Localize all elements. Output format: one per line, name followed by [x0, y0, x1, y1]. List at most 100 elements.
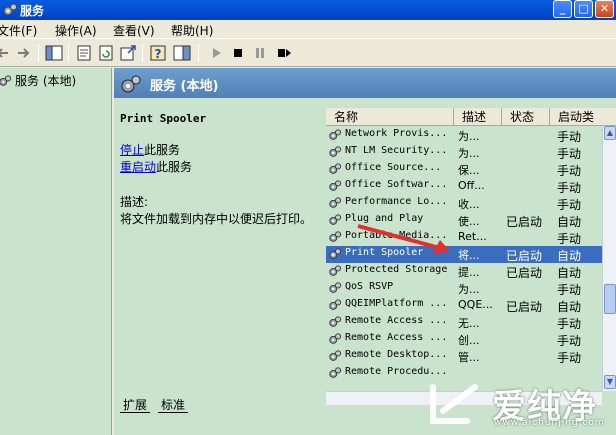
service-status-cell: 已启动	[506, 215, 543, 229]
service-gear-icon	[329, 163, 342, 174]
vertical-scrollbar[interactable]: ▲ ▼	[602, 126, 616, 391]
tab-standard[interactable]: 标准	[158, 397, 189, 413]
service-description-panel: Print Spooler 停止此服务 重启动此服务 描述: 将文件加载到内存中…	[120, 112, 320, 227]
stop-icon[interactable]	[228, 43, 248, 63]
toolbar: ?	[0, 39, 616, 67]
services-gear-icon	[3, 3, 17, 16]
service-gear-icon	[329, 333, 342, 344]
service-gear-icon	[329, 197, 342, 208]
service-startup-cell: 自动	[557, 249, 582, 263]
service-startup-cell: 自动	[557, 215, 582, 229]
scroll-up-icon[interactable]: ▲	[604, 126, 616, 140]
menu-bar: 文件(F) 操作(A) 查看(V) 帮助(H)	[0, 20, 616, 39]
svg-text:?: ?	[155, 47, 162, 61]
maximize-button[interactable]: □	[574, 0, 593, 18]
table-row[interactable]: Office Source... 保... 手动	[326, 161, 602, 178]
title-bar[interactable]: 服务 _ □ ✕	[0, 0, 616, 20]
pause-icon[interactable]	[250, 43, 270, 63]
start-icon[interactable]	[206, 43, 226, 63]
export-icon[interactable]	[118, 43, 138, 63]
brand-url: www.aichunjing.com	[494, 418, 605, 428]
service-name-cell: Office Source...	[345, 162, 442, 173]
service-gear-icon	[329, 350, 342, 361]
tree-item-services-local[interactable]: 服务 (本地)	[0, 72, 76, 89]
service-startup-cell: 手动	[557, 147, 582, 161]
red-arrow-icon	[357, 224, 450, 254]
service-startup-cell: 手动	[557, 181, 582, 195]
service-name-cell: NT LM Security...	[345, 145, 448, 156]
service-status-cell: 已启动	[506, 266, 543, 280]
back-icon[interactable]	[0, 43, 14, 63]
service-name-cell: QQEIMPlatform ...	[345, 298, 448, 309]
menu-file[interactable]: 文件(F)	[0, 22, 37, 39]
table-row[interactable]: QoS RSVP 为... 手动	[326, 280, 602, 297]
table-row[interactable]: Network Provis... 为... 手动	[326, 127, 602, 144]
restart-icon[interactable]	[274, 43, 294, 63]
table-row[interactable]: Remote Access ... 创... 手动	[326, 331, 602, 348]
console-tree: 服务 (本地)	[0, 68, 112, 435]
table-row[interactable]: QQEIMPlatform ... QQE... 已启动 自动	[326, 297, 602, 314]
menu-action[interactable]: 操作(A)	[55, 22, 97, 39]
table-row[interactable]: NT LM Security... 为... 手动	[326, 144, 602, 161]
service-startup-cell: 自动	[557, 300, 582, 314]
restart-service-line: 重启动此服务	[120, 160, 193, 174]
description-text: 将文件加载到内存中以便迟后打印。	[120, 212, 313, 226]
close-button[interactable]: ✕	[595, 0, 614, 18]
service-desc-cell: 管...	[458, 351, 480, 364]
service-desc-cell: 提...	[458, 266, 480, 279]
service-gear-icon	[329, 214, 342, 225]
service-name-cell: Remote Desktop...	[345, 349, 448, 360]
service-name-cell: Remote Access ...	[345, 315, 448, 326]
stop-service-line: 停止此服务	[120, 143, 181, 157]
service-gear-icon	[329, 180, 342, 191]
service-name-cell: Network Provis...	[345, 128, 448, 139]
restart-service-link[interactable]: 重启动	[120, 160, 156, 174]
table-row[interactable]: Performance Lo... 收... 手动	[326, 195, 602, 212]
service-gear-icon	[329, 282, 342, 293]
service-startup-cell: 手动	[557, 198, 582, 212]
menu-view[interactable]: 查看(V)	[113, 22, 155, 39]
minimize-button[interactable]: _	[553, 0, 572, 18]
service-startup-cell: 手动	[557, 283, 582, 297]
service-gear-icon	[329, 231, 342, 242]
column-status[interactable]: 状态	[502, 108, 550, 126]
service-desc-cell: 创...	[458, 334, 480, 347]
service-name-cell: Protected Storage	[345, 264, 448, 275]
table-row[interactable]: Protected Storage 提... 已启动 自动	[326, 263, 602, 280]
properties-icon[interactable]	[74, 43, 94, 63]
service-name: Print Spooler	[120, 112, 207, 125]
service-startup-cell: 手动	[557, 351, 582, 365]
service-name-cell: QoS RSVP	[345, 281, 394, 292]
service-gear-icon	[329, 248, 342, 259]
tab-extended[interactable]: 扩展	[120, 397, 151, 413]
refresh-icon[interactable]	[96, 43, 116, 63]
tree-item-label: 服务 (本地)	[15, 74, 77, 88]
column-startup-type[interactable]: 启动类	[550, 108, 616, 126]
window-title: 服务	[20, 4, 45, 18]
console-tree-icon[interactable]	[44, 43, 64, 63]
pane-title: 服务 (本地)	[150, 79, 219, 94]
scroll-thumb[interactable]	[604, 284, 616, 314]
service-gear-icon	[329, 265, 342, 276]
service-gear-icon	[329, 316, 342, 327]
stop-service-link[interactable]: 停止	[120, 143, 144, 157]
service-name-cell: Remote Access ...	[345, 332, 448, 343]
menu-help[interactable]: 帮助(H)	[171, 22, 213, 39]
service-name-cell: Performance Lo...	[345, 196, 448, 207]
service-desc-cell: QQE...	[458, 298, 493, 311]
watermark: 爱纯净 www.aichunjing.com	[420, 373, 616, 435]
service-desc-cell: 收...	[458, 198, 480, 211]
help-icon[interactable]: ?	[148, 43, 168, 63]
table-row[interactable]: Remote Access ... 无... 手动	[326, 314, 602, 331]
service-status-cell: 已启动	[506, 300, 543, 314]
column-name[interactable]: 名称	[326, 108, 454, 126]
service-desc-cell: 保...	[458, 164, 480, 177]
column-description[interactable]: 描述	[454, 108, 502, 126]
show-hide-icon[interactable]	[172, 43, 192, 63]
service-name-cell: Office Softwar...	[345, 179, 448, 190]
forward-icon[interactable]	[14, 43, 34, 63]
service-startup-cell: 手动	[557, 130, 582, 144]
table-row[interactable]: Office Softwar... Off... 手动	[326, 178, 602, 195]
service-gear-icon	[329, 299, 342, 310]
table-row[interactable]: Remote Desktop... 管... 手动	[326, 348, 602, 365]
